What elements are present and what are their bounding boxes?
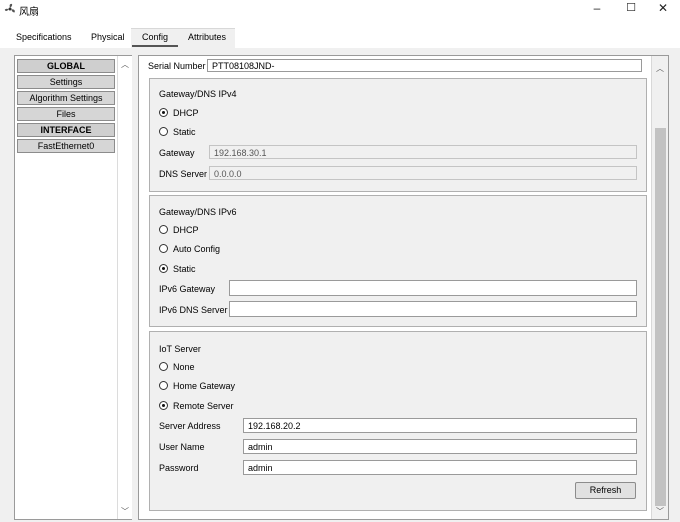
ipv4-group: Gateway/DNS IPv4 DHCP Static Gateway 192… [149, 78, 647, 192]
scroll-down-icon[interactable]: ﹀ [118, 506, 132, 517]
ipv4-static-label: Static [173, 127, 196, 137]
window-title: 风扇 [19, 7, 39, 18]
close-button[interactable]: ✕ [646, 0, 680, 18]
nav-item-fastethernet0[interactable]: FastEthernet0 [17, 139, 115, 153]
minimize-button[interactable]: – [580, 0, 614, 18]
iot-none-label: None [173, 362, 195, 372]
ipv6-auto-config-label: Auto Config [173, 244, 221, 254]
ipv6-dhcp-radio[interactable] [159, 225, 168, 234]
fan-app-icon [4, 3, 15, 13]
main-scroll-up-icon[interactable]: ︿ [653, 63, 667, 74]
ipv6-static-label: Static [173, 264, 196, 274]
tab-config[interactable]: Config [142, 32, 168, 46]
ipv6-gateway-field[interactable] [229, 280, 637, 296]
ipv6-dns-field[interactable] [229, 301, 637, 317]
iot-none-radio[interactable] [159, 362, 168, 371]
config-nav-panel: GLOBAL Settings Algorithm Settings Files… [14, 55, 132, 520]
main-scroll-down-icon[interactable]: ﹀ [653, 506, 667, 517]
nav-item-files[interactable]: Files [17, 107, 115, 121]
iot-home-gateway-label: Home Gateway [173, 381, 236, 391]
user-name-field[interactable]: admin [243, 439, 637, 454]
nav-item-algorithm-settings[interactable]: Algorithm Settings [17, 91, 115, 105]
ipv4-dhcp-radio[interactable] [159, 108, 168, 117]
nav-header-interface: INTERFACE [17, 123, 115, 137]
nav-header-global: GLOBAL [17, 59, 115, 73]
active-tab-indicator [132, 45, 178, 47]
tab-physical[interactable]: Physical [91, 32, 125, 46]
ipv6-dns-label: IPv6 DNS Server [159, 305, 228, 315]
ipv6-dhcp-label: DHCP [173, 225, 199, 235]
password-field[interactable]: admin [243, 460, 637, 475]
server-address-field[interactable]: 192.168.20.2 [243, 418, 637, 433]
ipv4-group-title: Gateway/DNS IPv4 [159, 89, 237, 99]
iot-server-group: IoT Server None Home Gateway Remote Serv… [149, 331, 647, 511]
user-name-label: User Name [159, 442, 205, 452]
main-scrollbar-thumb[interactable] [655, 128, 666, 506]
iot-group-title: IoT Server [159, 344, 201, 354]
ipv4-static-radio[interactable] [159, 127, 168, 136]
nav-item-settings[interactable]: Settings [17, 75, 115, 89]
ipv4-dhcp-label: DHCP [173, 108, 199, 118]
ipv4-dns-label: DNS Server [159, 169, 208, 179]
iot-home-gateway-radio[interactable] [159, 381, 168, 390]
config-main-panel: Serial Number PTT08108JND- Gateway/DNS I… [138, 55, 669, 520]
main-scrollbar[interactable]: ︿ ﹀ [651, 56, 668, 519]
tab-specifications[interactable]: Specifications [16, 32, 72, 46]
iot-remote-server-radio[interactable] [159, 401, 168, 410]
server-address-label: Server Address [159, 421, 221, 431]
ipv6-static-radio[interactable] [159, 264, 168, 273]
ipv6-auto-config-radio[interactable] [159, 244, 168, 253]
ipv6-group-title: Gateway/DNS IPv6 [159, 207, 237, 217]
iot-remote-server-label: Remote Server [173, 401, 234, 411]
serial-number-field[interactable]: PTT08108JND- [207, 59, 642, 72]
scroll-up-icon[interactable]: ︿ [118, 59, 132, 70]
ipv4-gateway-field[interactable]: 192.168.30.1 [209, 145, 637, 159]
ipv4-dns-field[interactable]: 0.0.0.0 [209, 166, 637, 180]
config-nav-list: GLOBAL Settings Algorithm Settings Files… [17, 59, 115, 155]
ipv4-gateway-label: Gateway [159, 148, 195, 158]
refresh-button[interactable]: Refresh [575, 482, 636, 499]
maximize-button[interactable]: ☐ [614, 0, 648, 18]
title-bar: 风扇 – ☐ ✕ [0, 0, 680, 18]
password-label: Password [159, 463, 199, 473]
nav-scrollbar[interactable]: ︿ ﹀ [117, 56, 132, 519]
serial-number-label: Serial Number [148, 61, 206, 71]
ipv6-gateway-label: IPv6 Gateway [159, 284, 216, 294]
tab-attributes[interactable]: Attributes [188, 32, 226, 46]
ipv6-group: Gateway/DNS IPv6 DHCP Auto Config Static… [149, 195, 647, 327]
tab-bar: Specifications Physical Config Attribute… [0, 18, 680, 49]
